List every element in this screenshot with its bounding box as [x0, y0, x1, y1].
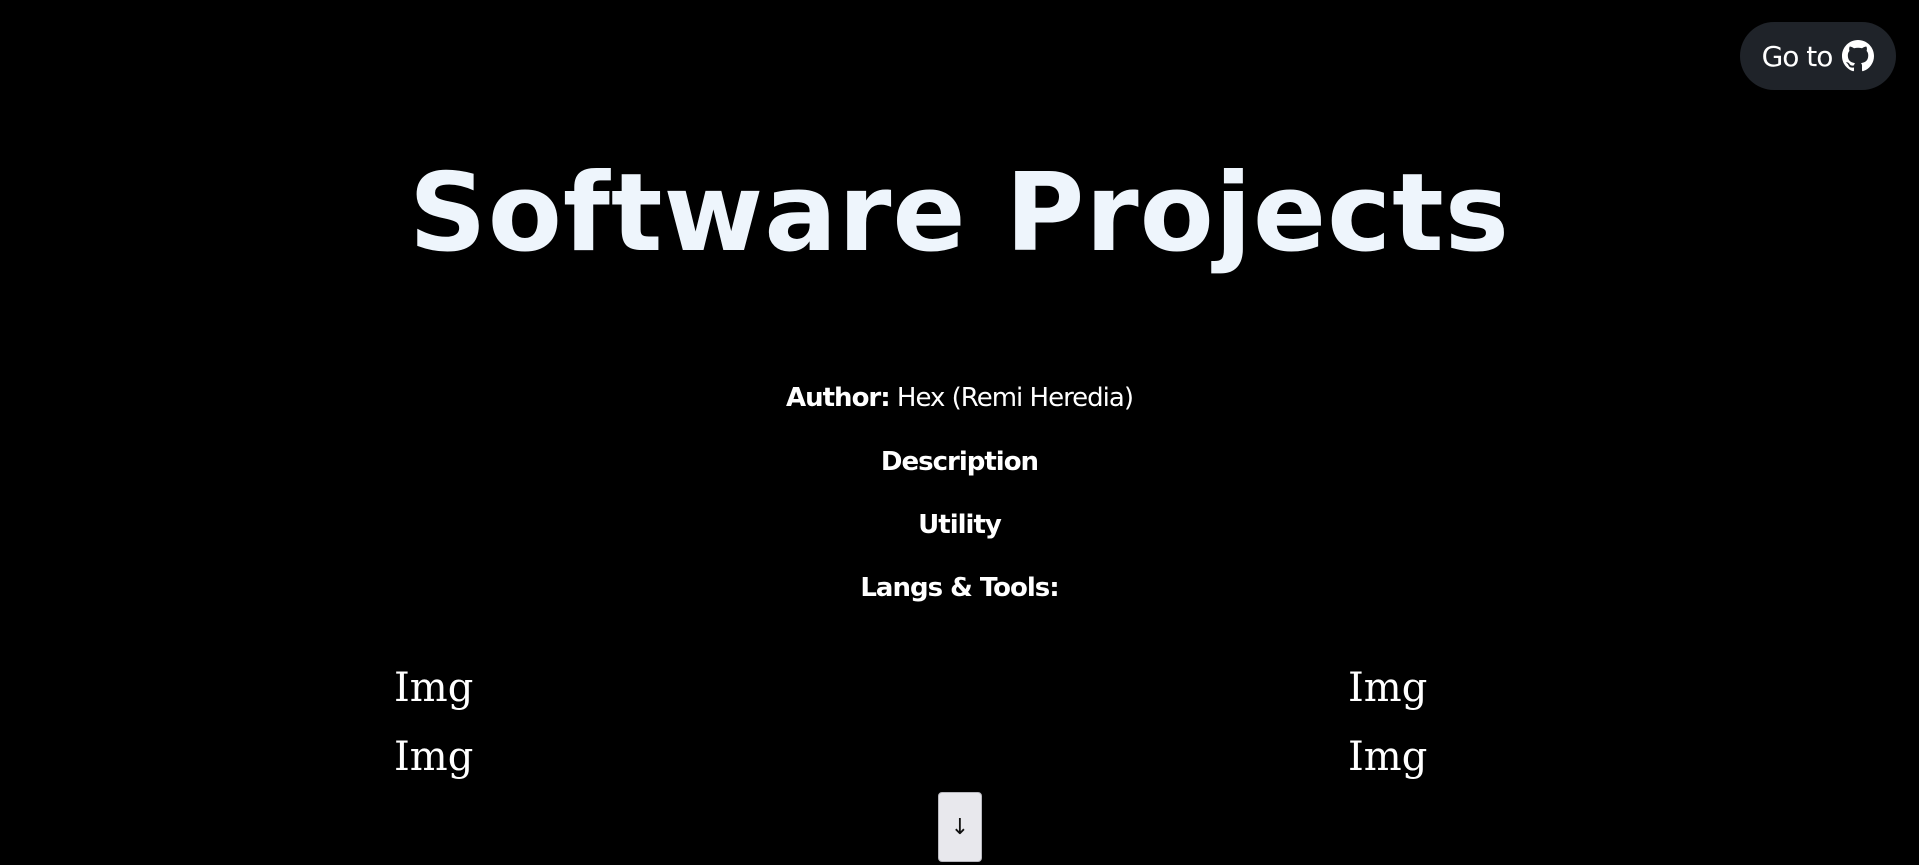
- image-placeholder-left-2: Img: [394, 734, 474, 780]
- image-placeholder-left-1: Img: [394, 665, 474, 711]
- description-heading: Description: [880, 447, 1039, 477]
- arrow-down-icon: ↓: [950, 814, 970, 840]
- author-line: Author: Hex (Remi Heredia): [0, 385, 1919, 411]
- image-placeholder-right-2: Img: [1348, 734, 1428, 780]
- github-icon: [1842, 40, 1875, 72]
- goto-github-button[interactable]: Go to: [1740, 22, 1896, 90]
- scroll-down-button[interactable]: ↓: [938, 792, 982, 862]
- author-value: Hex (Remi Heredia): [896, 383, 1134, 413]
- utility-heading: Utility: [918, 510, 1002, 540]
- author-label: Author:: [786, 383, 891, 413]
- image-placeholder-right-1: Img: [1348, 665, 1428, 711]
- page-title: Software Projects: [408, 151, 1511, 276]
- langs-tools-heading: Langs & Tools:: [860, 573, 1059, 603]
- goto-label: Go to: [1761, 39, 1834, 73]
